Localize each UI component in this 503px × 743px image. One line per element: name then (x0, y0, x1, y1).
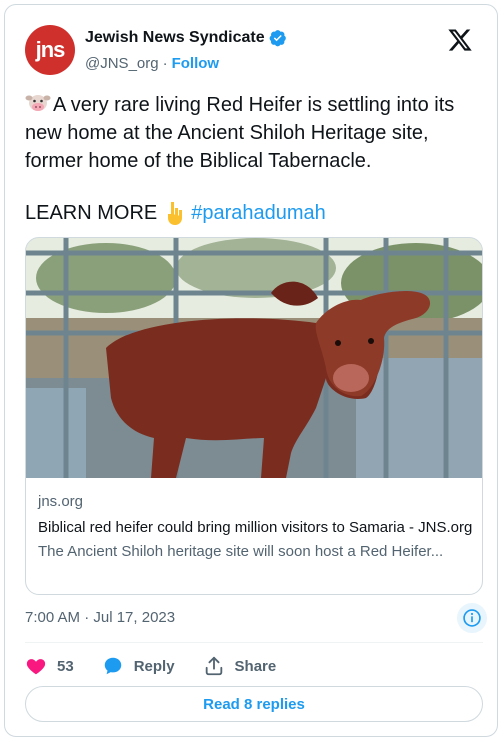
learn-more-text: LEARN MORE (25, 202, 158, 224)
info-button[interactable] (457, 603, 487, 633)
share-label: Share (234, 657, 277, 675)
tweet-text: A very rare living Red Heifer is settlin… (25, 91, 485, 175)
author-display-name[interactable]: Jewish News Syndicate (85, 29, 265, 47)
author-handle[interactable]: @JNS_org (85, 55, 159, 72)
link-domain: jns.org (38, 493, 84, 510)
handle-separator: · (162, 55, 168, 72)
verified-badge-icon (269, 30, 286, 47)
link-preview-card[interactable]: jns.org Biblical red heifer could bring … (25, 237, 483, 595)
link-preview-meta: jns.org Biblical red heifer could bring … (38, 492, 474, 562)
share-button[interactable]: Share (203, 655, 277, 677)
pointing-down-emoji-icon (168, 202, 183, 225)
author-name-row[interactable]: Jewish News Syndicate (85, 29, 287, 47)
heart-icon (26, 659, 46, 675)
link-title[interactable]: Biblical red heifer could bring million … (38, 518, 474, 538)
read-replies-button[interactable]: Read 8 replies (25, 686, 483, 722)
x-logo-icon[interactable] (447, 27, 473, 53)
like-count: 53 (57, 657, 74, 675)
reply-button[interactable]: Reply (102, 655, 175, 677)
author-handle-row: @JNS_org · Follow (85, 55, 219, 72)
reply-bubble-icon (104, 657, 121, 675)
info-icon (463, 609, 481, 627)
tweet-timestamp[interactable]: 7:00 AM · Jul 17, 2023 (25, 609, 175, 626)
divider (25, 642, 483, 643)
reply-label: Reply (133, 657, 175, 675)
tweet-card: jns Jewish News Syndicate @JNS_org · Fol… (4, 4, 498, 737)
share-icon (205, 656, 222, 676)
cow-emoji-icon (25, 95, 51, 111)
red-heifer-photo (26, 238, 482, 478)
learn-more-line: LEARN MORE #parahadumah (25, 199, 326, 227)
action-bar: 53 Reply Share (25, 651, 304, 681)
hashtag-link[interactable]: #parahadumah (191, 199, 326, 227)
link-description: The Ancient Shiloh heritage site will so… (38, 543, 444, 560)
tweet-body: A very rare living Red Heifer is settlin… (25, 94, 455, 172)
follow-button[interactable]: Follow (172, 55, 220, 72)
avatar[interactable]: jns (25, 25, 75, 75)
like-button[interactable]: 53 (25, 655, 74, 677)
